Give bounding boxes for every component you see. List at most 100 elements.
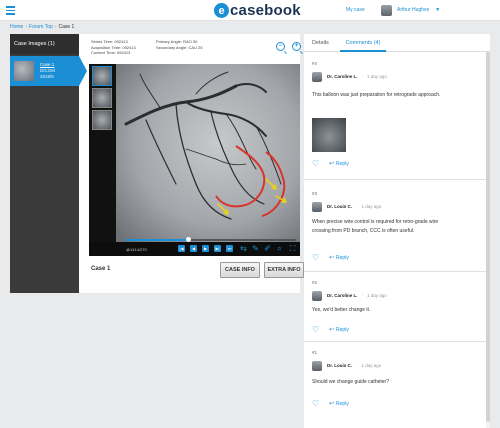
heart-icon[interactable]: ♡ [312,325,320,334]
heart-icon[interactable]: ♡ [312,253,320,262]
breadcrumb: Home › Forum Top › Case 1 [10,24,74,30]
breadcrumb-forum-top[interactable]: Forum Top [29,24,53,30]
comment-number: #3 [312,191,318,196]
case-image-item[interactable]: Case 1 DICOM 2018/5 [10,56,87,86]
annotate-icon[interactable]: ✎ [251,244,260,253]
case-label: Case 1 [91,266,111,272]
tab-comments[interactable]: Comments (4) [340,34,386,52]
case-info-button[interactable]: CASE INFO [220,262,260,278]
scrollbar[interactable] [486,52,490,428]
pen-icon[interactable]: ✐ [263,244,272,253]
reply-button[interactable]: ↩ Reply [329,254,349,262]
frame-thumbnail[interactable] [92,66,112,86]
play-button[interactable]: ▶ [202,245,209,252]
comment-time: 1 day ago [361,204,382,209]
case-images-column: Case Images (1) Case 1 DICOM 2018/5 [10,34,87,293]
comment-author[interactable]: Dr. Caroline L. [327,74,358,79]
attachment-icon[interactable]: ⌕ [275,244,284,253]
last-frame-button[interactable]: ⏭ [226,245,233,252]
reply-button[interactable]: ↩ Reply [329,400,349,408]
heart-icon[interactable]: ♡ [312,159,320,168]
discussion-panel: Details Comments (4) #4 Dr. Caroline L. … [304,34,490,428]
breadcrumb-separator: › [25,24,28,30]
primary-angle: Primary Angle: RAO 30 [156,39,198,44]
first-frame-button[interactable]: |◀ [178,245,185,252]
reply-icon: ↩ [329,327,335,333]
menu-icon[interactable] [6,6,15,15]
reply-label: Reply [336,326,349,333]
comment-number: #4 [312,61,318,66]
caret-down-icon: ▼ [435,7,441,13]
reply-label: Reply [336,160,349,167]
my-case-link[interactable]: My case [346,7,365,13]
next-frame-button[interactable]: ▶| [214,245,221,252]
content-time: Content Time: 092413 [91,50,131,55]
top-bar: e casebook My case Arthur Hughes ▼ [0,0,500,21]
avatar [312,290,322,301]
reply-button[interactable]: ↩ Reply [329,160,349,168]
separator-dot: · [356,363,358,368]
comment-number: #2 [312,280,318,285]
reply-icon: ↩ [329,161,335,167]
zoom-out-glyph: − [278,43,283,49]
image-viewer: Series Time: 092413 Acquisition Time: 09… [89,34,304,293]
avatar [312,201,322,212]
comment-time: 1 day ago [361,363,382,368]
logo-mark: e [214,3,229,18]
comment-author[interactable]: Dr. Caroline L. [327,293,358,298]
comment-item: #1 Dr. Louis C. · 1 day ago Should we ch… [304,346,486,416]
breadcrumb-separator: › [54,24,57,30]
comment-time: 1 day ago [367,293,387,298]
tab-bar: Details Comments (4) [304,34,490,52]
playback-progress-fill [126,239,189,241]
extra-info-button[interactable]: EXTRA INFO [264,262,304,278]
user-name: Arthur Hughes [397,7,430,13]
playback-progress[interactable] [126,237,296,242]
logo[interactable]: e casebook [214,2,301,19]
frame-thumbnail[interactable] [92,110,112,130]
separator-dot: · [361,74,364,79]
loop-icon[interactable]: ⇆ [239,244,248,253]
secondary-angle: Secondary Angle: CAU 25 [156,44,203,50]
zoom-in-icon[interactable]: + [292,42,301,51]
separator-dot: · [361,293,364,298]
angiogram-image[interactable] [116,64,300,242]
avatar [381,4,392,16]
comment-text: When precise wire control is required fo… [312,219,439,234]
reply-icon: ↩ [329,255,335,261]
case-image-date: 2018/5 [40,74,54,79]
case-viewer-panel: Case Images (1) Case 1 DICOM 2018/5 Seri… [10,34,304,293]
zoom-out-icon[interactable]: − [276,42,285,51]
previous-frame-button[interactable]: ◀ [190,245,197,252]
case-images-title: Case Images (1) [10,34,79,54]
comment-item: #2 Dr. Caroline L. · 1 day ago Yes, we'd… [304,276,486,342]
reply-button[interactable]: ↩ Reply [329,326,349,334]
comment-author[interactable]: Dr. Louis C. [327,204,352,209]
reply-icon: ↩ [329,401,335,407]
tab-details[interactable]: Details [312,34,329,52]
reply-label: Reply [336,400,349,407]
comment-time: 1 day ago [367,74,387,79]
avatar [312,360,322,371]
breadcrumb-home[interactable]: Home [10,24,23,30]
scrollbar-thumb[interactable] [486,52,490,422]
frame-thumbnails [92,66,114,136]
avatar [312,71,322,82]
comment-author[interactable]: Dr. Louis C. [327,363,352,368]
angiogram-stage: @1414/270 |◀ ◀ ▶ ▶| ⏭ ⇆ ✎ ✐ ⌕ ⛶ [89,64,300,256]
comment-item: #4 Dr. Caroline L. · 1 day ago This ball… [304,54,486,180]
comment-item: #3 Dr. Louis C. · 1 day ago When precise… [304,184,486,272]
user-menu[interactable]: Arthur Hughes ▼ [381,3,440,17]
frame-counter: @1414/270 [126,247,147,252]
zoom-in-glyph: + [294,43,299,49]
case-image-thumbnail [14,61,34,81]
separator-dot: · [356,204,358,209]
frame-thumbnail[interactable] [92,88,112,108]
comment-text: This balloon was just preparation for re… [312,92,441,98]
logo-text: casebook [230,2,301,19]
comment-text: Should we change guide catheter? [312,379,390,385]
comment-text: Yes, we'd better change it. [312,307,371,313]
comment-image[interactable] [312,118,346,152]
fullscreen-icon[interactable]: ⛶ [288,244,297,253]
heart-icon[interactable]: ♡ [312,399,320,408]
